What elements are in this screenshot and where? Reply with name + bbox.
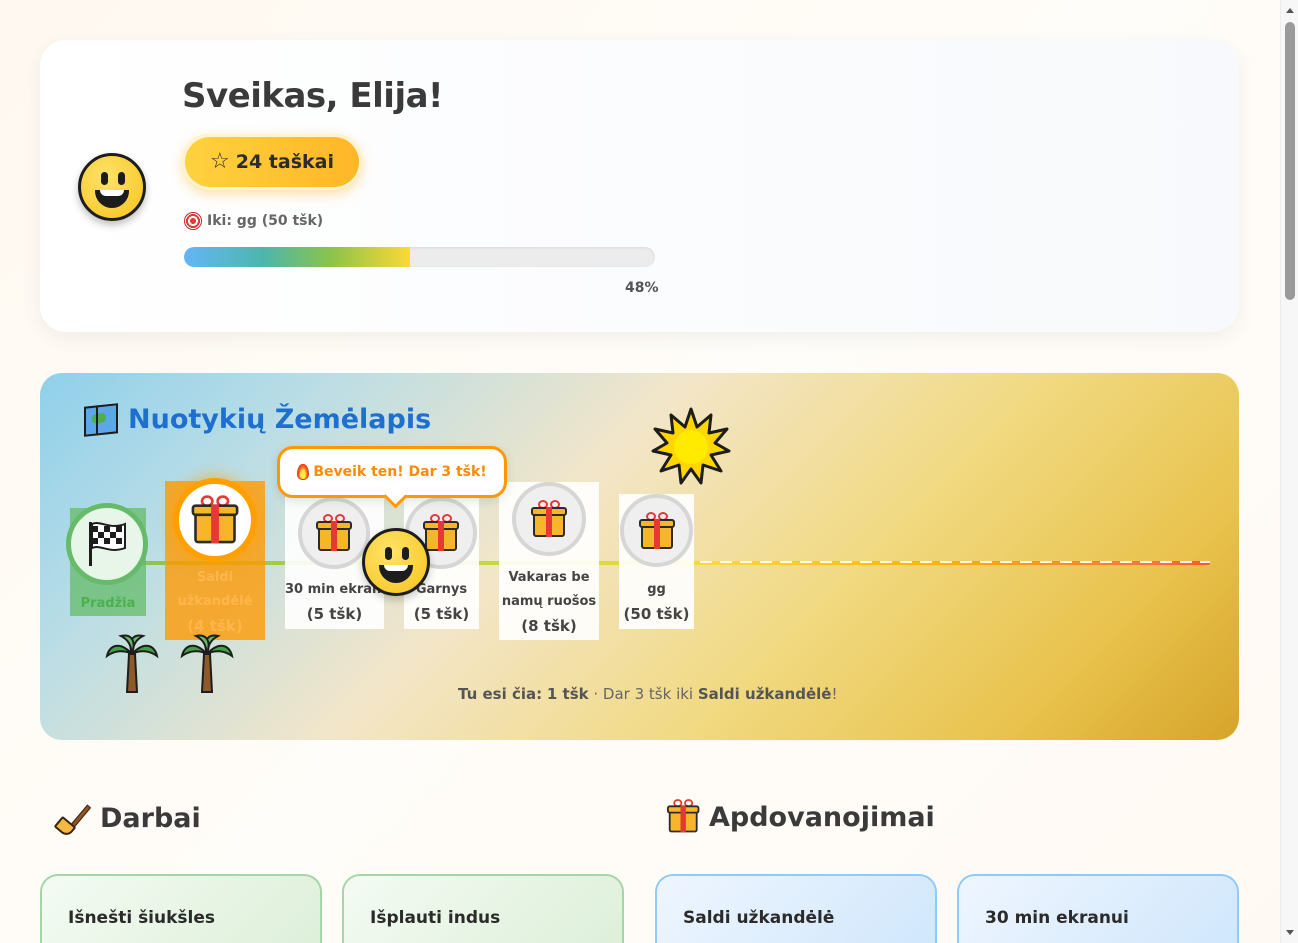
vertical-scrollbar[interactable] xyxy=(1280,0,1298,943)
scroll-thumb[interactable] xyxy=(1285,22,1295,300)
player-marker-icon xyxy=(362,528,430,596)
reward-card[interactable]: Saldi užkandėlė xyxy=(655,874,937,943)
reward-stop-points: (50 tšk) xyxy=(623,605,690,623)
sun-icon xyxy=(651,407,731,485)
chore-title: Išplauti indus xyxy=(370,908,501,928)
scroll-up-icon[interactable] xyxy=(1286,8,1294,13)
reward-stop[interactable] xyxy=(512,482,586,556)
fire-icon xyxy=(297,464,310,480)
reward-card[interactable]: 30 min ekranui xyxy=(957,874,1239,943)
points-badge[interactable]: ☆ 24 taškai xyxy=(182,134,362,190)
map-path-remaining xyxy=(700,561,1210,563)
chore-card[interactable]: Išplauti indus xyxy=(342,874,624,943)
start-marker xyxy=(66,503,148,585)
points-label: 24 taškai xyxy=(235,151,334,173)
status-prefix: Tu esi čia: xyxy=(458,685,543,703)
reward-stop-points: (5 tšk) xyxy=(413,605,470,623)
greeting-title: Sveikas, Elija! xyxy=(182,76,444,116)
chores-title-text: Darbai xyxy=(100,802,201,834)
progress-percent: 48% xyxy=(625,280,659,296)
rewards-section-title: Apdovanojimai xyxy=(667,799,935,834)
palm-tree-icon xyxy=(180,634,234,693)
gift-icon xyxy=(638,511,675,549)
checkered-flag-icon xyxy=(89,522,126,566)
reward-stop-label: Saldi užkandėlė (4 tšk) xyxy=(165,566,265,638)
target-icon xyxy=(184,212,202,230)
gift-icon xyxy=(667,799,700,834)
palm-tree-icon xyxy=(105,634,159,693)
map-title-text: Nuotykių Žemėlapis xyxy=(128,404,432,435)
gift-icon xyxy=(423,514,459,551)
map-icon xyxy=(84,402,118,437)
reward-title: 30 min ekranui xyxy=(985,908,1129,928)
page: Sveikas, Elija! ☆ 24 taškai Iki: gg (50 … xyxy=(0,0,1280,943)
start-label: Pradžia xyxy=(80,596,136,611)
map-status: Tu esi čia: 1 tšk · Dar 3 tšk iki Saldi … xyxy=(458,685,837,703)
star-icon: ☆ xyxy=(210,149,230,174)
chore-card[interactable]: Išnešti šiukšles xyxy=(40,874,322,943)
chores-section-title: Darbai xyxy=(53,800,201,839)
progress-fill xyxy=(184,247,411,267)
smiley-avatar-icon xyxy=(78,153,146,221)
reward-stop-name: gg xyxy=(647,582,666,597)
reward-stop-name: Vakaras be namų ruošos xyxy=(501,570,597,609)
encouragement-tooltip: Beveik ten! Dar 3 tšk! xyxy=(277,446,507,498)
reward-stop-name: Saldi užkandėlė xyxy=(177,570,253,609)
map-title: Nuotykių Žemėlapis xyxy=(84,402,432,437)
status-middle: · Dar 3 tšk iki xyxy=(588,685,698,703)
reward-stop-label: Vakaras be namų ruošos (8 tšk) xyxy=(499,566,599,638)
status-suffix: ! xyxy=(831,685,838,703)
gift-icon xyxy=(191,495,239,544)
broom-icon xyxy=(53,800,92,839)
progress-bar xyxy=(184,247,655,267)
reward-stop-points: (5 tšk) xyxy=(306,605,363,623)
scroll-down-icon[interactable] xyxy=(1286,930,1294,935)
reward-stop[interactable] xyxy=(620,494,693,567)
reward-stop[interactable] xyxy=(298,497,370,569)
reward-stop-active[interactable] xyxy=(173,478,257,562)
goal-label: Iki: gg (50 tšk) xyxy=(207,213,324,229)
reward-stop-label: 30 min ekranui (5 tšk) xyxy=(285,578,384,626)
status-points: 1 tšk xyxy=(546,685,589,703)
gift-icon xyxy=(531,500,567,537)
gift-icon xyxy=(316,514,352,551)
reward-title: Saldi užkandėlė xyxy=(683,908,835,928)
status-target: Saldi užkandėlė xyxy=(697,685,832,703)
goal-line: Iki: gg (50 tšk) xyxy=(184,212,323,230)
chore-title: Išnešti šiukšles xyxy=(68,908,216,928)
tooltip-text: Beveik ten! Dar 3 tšk! xyxy=(313,464,487,480)
rewards-title-text: Apdovanojimai xyxy=(709,801,935,833)
reward-stop-label: gg (50 tšk) xyxy=(619,578,694,626)
reward-stop-points: (8 tšk) xyxy=(521,617,577,635)
